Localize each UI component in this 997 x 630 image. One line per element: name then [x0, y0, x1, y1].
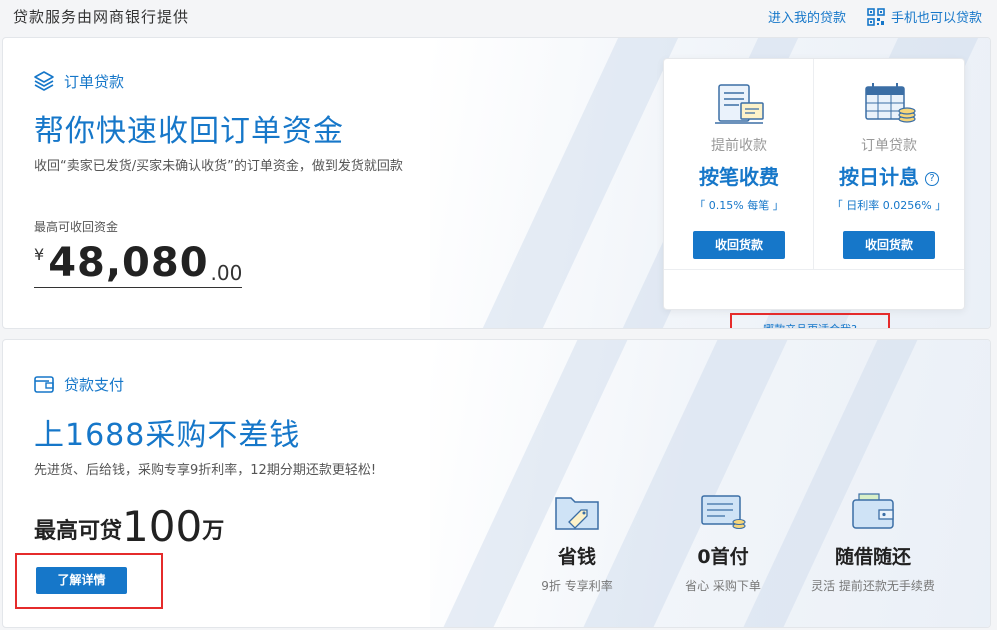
max-loan-prefix: 最高可贷: [34, 519, 123, 544]
recover-payment-button[interactable]: 收回货款: [693, 231, 785, 259]
recoverable-amount: ¥ 48,080 .00: [34, 240, 243, 288]
which-product-link[interactable]: 哪款产品更适合我?: [730, 313, 890, 328]
wallet-cash-icon: [852, 493, 894, 529]
top-bar: 贷款服务由网商银行提供 进入我的贷款 手机也可以贷款: [0, 0, 997, 32]
product-category: 订单贷款: [861, 138, 917, 154]
feature-title: 随借随还: [834, 546, 911, 568]
max-recoverable-label: 最高可收回资金: [34, 220, 119, 234]
purchase-loan-tag: 贷款支付: [33, 373, 124, 395]
feature-zero-down: 0首付 省心 采购下单: [653, 492, 793, 594]
order-loan-card: 订单贷款 帮你快速收回订单资金 收回“卖家已发货/买家未确认收货”的订单资金，做…: [2, 37, 991, 329]
order-loan-tag: 订单贷款: [33, 70, 124, 92]
calendar-coins-icon: [865, 83, 916, 123]
help-icon[interactable]: ?: [925, 172, 939, 186]
max-loan-unit: 万: [202, 519, 225, 544]
feature-flexible: 随借随还 灵活 提前还款无手续费: [803, 492, 943, 594]
provider-text: 贷款服务由网商银行提供: [13, 8, 190, 26]
feature-title: 省钱: [557, 546, 596, 568]
mobile-loan-link[interactable]: 手机也可以贷款: [867, 7, 982, 26]
currency-symbol: ¥: [34, 245, 45, 264]
feature-save-money: 省钱 9折 专享利率: [507, 492, 647, 594]
order-loan-headline: 帮你快速收回订单资金: [34, 114, 344, 149]
product-title-text: 按日计息: [839, 165, 919, 189]
wallet-icon: [34, 376, 54, 393]
my-loan-link[interactable]: 进入我的贷款: [768, 7, 846, 26]
product-rate: 「 0.15% 每笔 」: [694, 199, 784, 212]
amount-integer: 48,080: [48, 240, 209, 286]
qr-code-icon: [867, 7, 885, 26]
product-panel: 提前收款 按笔收费 「 0.15% 每笔 」 收回货款 订单贷款 按日计息? 「…: [663, 58, 965, 310]
product-category: 提前收款: [711, 138, 767, 154]
product-title: 按笔收费: [699, 165, 779, 189]
divider: [664, 269, 964, 270]
order-loan-subline: 收回“卖家已发货/买家未确认收货”的订单资金，做到发货就回款: [34, 159, 403, 174]
recover-payment-button[interactable]: 收回货款: [843, 231, 935, 259]
purchase-loan-headline: 上1688采购不差钱: [34, 418, 301, 453]
max-loan-amount: 最高可贷 100 万: [34, 505, 224, 549]
feature-desc: 灵活 提前还款无手续费: [811, 579, 935, 593]
product-order-loan: 订单贷款 按日计息? 「 日利率 0.0256% 」 收回货款: [814, 59, 964, 269]
product-rate: 「 日利率 0.0256% 」: [831, 199, 947, 212]
learn-more-button[interactable]: 了解详情: [36, 567, 127, 594]
feature-desc: 省心 采购下单: [685, 579, 761, 593]
feature-desc: 9折 专享利率: [541, 579, 613, 593]
card-coins-icon: [701, 495, 746, 530]
amount-decimal: .00: [210, 261, 243, 285]
layers-icon: [34, 71, 54, 91]
feature-title: 0首付: [697, 546, 749, 568]
document-pen-icon: [715, 84, 764, 124]
product-title: 按日计息?: [814, 161, 964, 190]
mobile-loan-label: 手机也可以贷款: [891, 11, 983, 26]
purchase-loan-tag-label: 贷款支付: [64, 375, 125, 394]
purchase-loan-card: 贷款支付 上1688采购不差钱 先进货、后给钱，采购专享9折利率，12期分期还款…: [2, 339, 991, 628]
order-loan-tag-label: 订单贷款: [64, 72, 125, 91]
discount-tag-icon: [555, 497, 599, 530]
product-prepay: 提前收款 按笔收费 「 0.15% 每笔 」 收回货款: [664, 59, 814, 269]
purchase-loan-subline: 先进货、后给钱，采购专享9折利率，12期分期还款更轻松!: [34, 463, 377, 478]
max-loan-number: 100: [122, 502, 203, 551]
